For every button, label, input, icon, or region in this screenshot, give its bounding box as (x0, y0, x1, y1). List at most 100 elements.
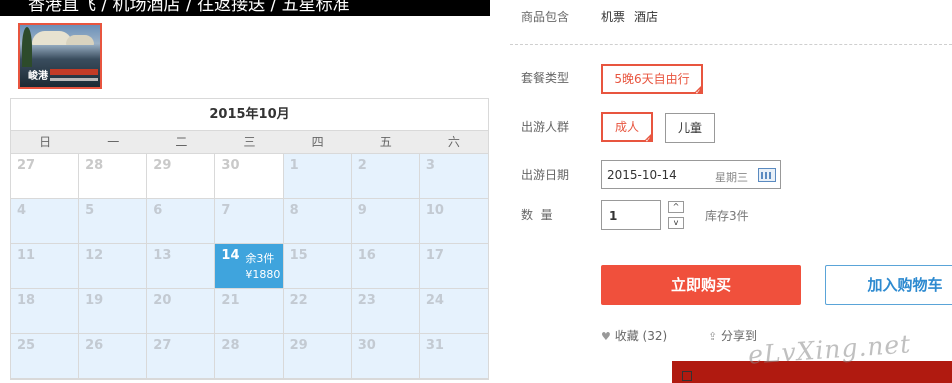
calendar-day-grid: 27 28 29 30 1 2 3 4 5 6 7 8 9 10 11 12 13 14 余3件 ¥1880 15 16 1… (11, 154, 488, 379)
calendar-day[interactable]: 2 (351, 154, 420, 199)
day-number: 30 (221, 158, 240, 173)
calendar-day[interactable]: 15 (283, 244, 352, 289)
calendar-day[interactable]: 4 (11, 199, 80, 244)
calendar-day[interactable]: 30 (351, 334, 420, 379)
calendar-day[interactable]: 24 (419, 289, 488, 334)
calendar-day[interactable]: 20 (147, 289, 216, 334)
calendar-day[interactable]: 10 (419, 199, 488, 244)
package-type-option[interactable]: 5晚6天自由行 (601, 64, 703, 98)
quantity-label: 数 量 (521, 208, 553, 222)
calendar-day[interactable]: 25 (11, 334, 80, 379)
day-number: 25 (17, 338, 36, 353)
day-number: 12 (85, 248, 104, 263)
day-number: 7 (221, 203, 231, 218)
calendar-day[interactable]: 12 (79, 244, 148, 289)
travel-date-value: 2015-10-14 (607, 168, 677, 182)
umbrella-shape-2 (66, 35, 94, 45)
day-number: 17 (425, 248, 444, 263)
calendar-day[interactable]: 16 (351, 244, 420, 289)
weekday-header: 四 (311, 135, 324, 149)
day-number: 13 (153, 248, 172, 263)
calendar-day[interactable]: 29 (283, 334, 352, 379)
day-number: 2 (357, 158, 367, 173)
weekday-header: 一 (107, 135, 120, 149)
thumbnail-fineprint (50, 78, 98, 81)
favorite-text: 收藏 (32) (614, 329, 668, 343)
date-calendar: 2015年10月 日一二三四五六 27 28 29 30 1 2 3 4 5 6 7 8 9 10 11 12… (10, 98, 489, 380)
traveler-option-child[interactable]: 儿童 (665, 113, 715, 143)
calendar-day[interactable]: 19 (79, 289, 148, 334)
calendar-day[interactable]: 21 (215, 289, 284, 334)
travel-date-field[interactable]: 2015-10-14 星期三 (601, 160, 781, 189)
day-number: 28 (85, 158, 104, 173)
package-type-label: 套餐类型 (521, 71, 570, 85)
calendar-day[interactable]: 27 (147, 334, 216, 379)
quantity-decrease-button[interactable]: v (668, 217, 684, 229)
includes-item-flight: 机票 (601, 10, 626, 24)
day-number: 16 (357, 248, 376, 263)
product-thumbnail[interactable]: 峻港 (18, 23, 102, 89)
calendar-day[interactable]: 31 (419, 334, 488, 379)
day-number: 8 (289, 203, 299, 218)
thumbnail-logo: 峻港 (28, 71, 48, 82)
travel-date-weekday: 星期三 (715, 171, 748, 184)
calendar-day: 28 (79, 154, 148, 199)
calendar-weekday-row: 日一二三四五六 (11, 130, 488, 154)
title-text: 香港直飞 / 机场酒店 / 往返接送 / 五星标准 (28, 0, 350, 15)
share-icon: ⇪ (708, 330, 718, 343)
palm-tree-shape (22, 27, 32, 67)
day-price: ¥1880 (245, 268, 281, 281)
day-number: 29 (289, 338, 308, 353)
day-number: 27 (17, 158, 36, 173)
travel-date-label: 出游日期 (521, 168, 570, 182)
day-number: 18 (17, 293, 36, 308)
calendar-icon[interactable] (758, 168, 776, 182)
calendar-day[interactable]: 7 (215, 199, 284, 244)
calendar-day[interactable]: 3 (419, 154, 488, 199)
calendar-day[interactable]: 1 (283, 154, 352, 199)
day-number: 4 (17, 203, 27, 218)
quantity-increase-button[interactable]: ^ (668, 201, 684, 213)
day-number: 31 (425, 338, 444, 353)
calendar-day[interactable]: 23 (351, 289, 420, 334)
weekday-header: 五 (379, 135, 392, 149)
day-number: 24 (425, 293, 444, 308)
calendar-day[interactable]: 11 (11, 244, 80, 289)
includes-item-hotel: 酒店 (634, 10, 659, 24)
day-number: 1 (289, 158, 299, 173)
calendar-day[interactable]: 28 (215, 334, 284, 379)
day-number: 5 (85, 203, 95, 218)
calendar-day: 30 (215, 154, 284, 199)
calendar-day-selected[interactable]: 14 余3件 ¥1880 (215, 244, 284, 289)
calendar-day[interactable]: 9 (351, 199, 420, 244)
popup-checkbox[interactable] (682, 371, 692, 381)
weekday-header: 日 (39, 135, 52, 149)
calendar-day[interactable]: 6 (147, 199, 216, 244)
day-number: 10 (425, 203, 444, 218)
day-stock: 余3件 (245, 252, 275, 265)
weekday-header: 三 (243, 135, 256, 149)
add-to-cart-button[interactable]: 加入购物车 (825, 265, 952, 305)
favorite-link[interactable]: ♥ 收藏 (32) (601, 327, 667, 344)
day-number: 6 (153, 203, 163, 218)
page-title-strip: 香港直飞 / 机场酒店 / 往返接送 / 五星标准 (0, 0, 490, 16)
calendar-day[interactable]: 13 (147, 244, 216, 289)
quantity-input[interactable]: 1 (601, 200, 661, 230)
calendar-day[interactable]: 22 (283, 289, 352, 334)
day-number: 19 (85, 293, 104, 308)
calendar-day: 27 (11, 154, 80, 199)
calendar-day[interactable]: 5 (79, 199, 148, 244)
calendar-day[interactable]: 8 (283, 199, 352, 244)
calendar-day[interactable]: 17 (419, 244, 488, 289)
heart-icon: ♥ (601, 330, 611, 343)
calendar-day: 29 (147, 154, 216, 199)
calendar-day[interactable]: 26 (79, 334, 148, 379)
weekday-header: 二 (175, 135, 188, 149)
day-number: 20 (153, 293, 172, 308)
traveler-option-adult[interactable]: 成人 (601, 112, 653, 146)
calendar-day[interactable]: 18 (11, 289, 80, 334)
day-number: 9 (357, 203, 367, 218)
day-number: 22 (289, 293, 308, 308)
day-number: 30 (357, 338, 376, 353)
buy-now-button[interactable]: 立即购买 (601, 265, 801, 305)
